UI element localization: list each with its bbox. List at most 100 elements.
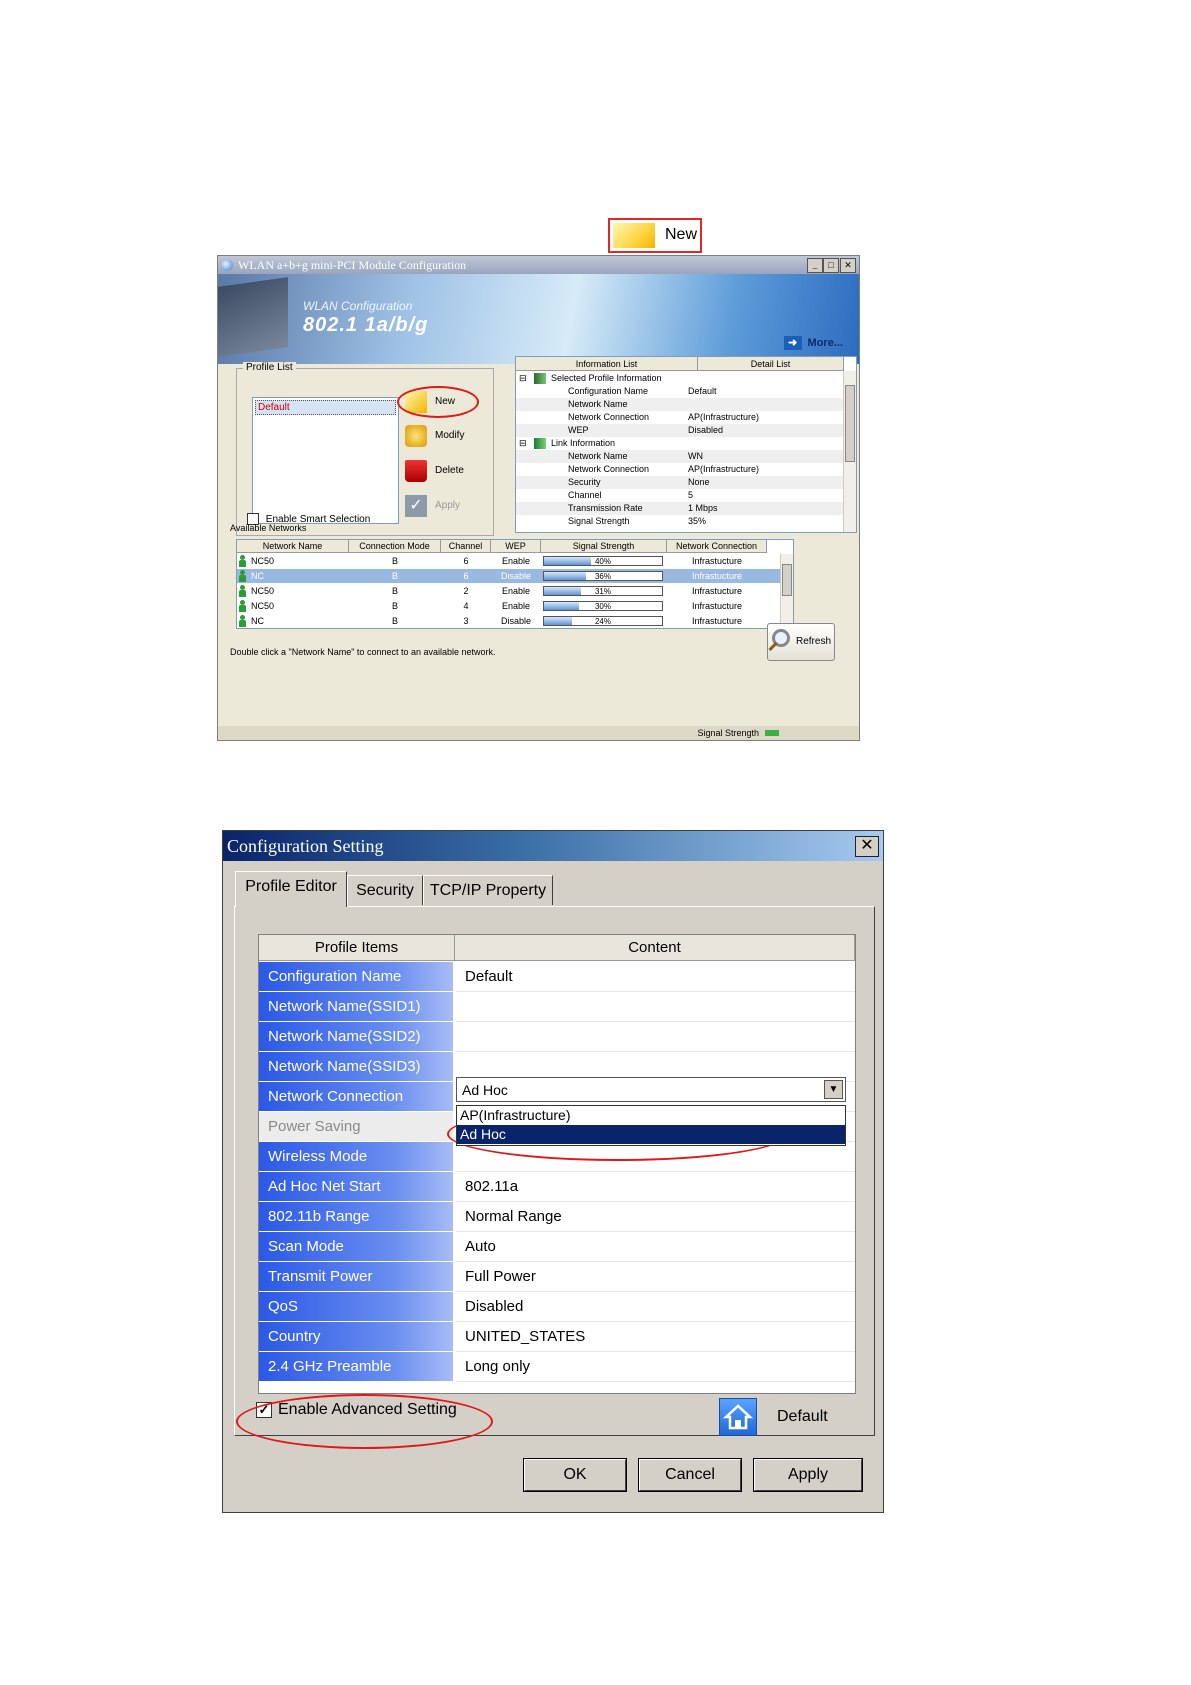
option-ap-infrastructure[interactable]: AP(Infrastructure): [457, 1106, 845, 1125]
profile-item-value[interactable]: 802.11a: [456, 1172, 855, 1202]
network-name[interactable]: NC: [251, 614, 264, 628]
profile-item-row[interactable]: Network Name(SSID1): [259, 992, 855, 1022]
tab-tcpip-property[interactable]: TCP/IP Property: [423, 875, 553, 905]
info-value: 5: [688, 490, 694, 500]
detail-list-header[interactable]: Detail List: [698, 357, 844, 371]
ok-button[interactable]: OK: [523, 1458, 627, 1492]
info-value: 1 Mbps: [688, 503, 718, 513]
collapse-icon[interactable]: ⊟: [519, 437, 527, 450]
apply-button[interactable]: Apply: [753, 1458, 863, 1492]
more-button[interactable]: ➜ More...: [783, 336, 843, 350]
checkmark-icon: ✓: [405, 495, 427, 517]
table-row[interactable]: NC B 3 Disable 24% Infrastucture: [237, 614, 780, 628]
profile-item-row[interactable]: Ad Hoc Net Start 802.11a: [259, 1172, 855, 1202]
info-scrollbar[interactable]: [843, 371, 856, 532]
config-window-title: Configuration Setting: [227, 836, 384, 856]
profile-item-value[interactable]: [456, 1022, 855, 1052]
profile-item-row[interactable]: Transmit Power Full Power: [259, 1262, 855, 1292]
col-channel[interactable]: Channel: [441, 540, 491, 553]
profile-item-value[interactable]: Full Power: [456, 1262, 855, 1292]
wep: Disable: [500, 571, 531, 581]
network-connection-select[interactable]: Ad Hoc ▼: [456, 1077, 846, 1102]
banner-product-name: 802.1 1a/b/g: [303, 314, 429, 336]
network-name[interactable]: NC: [251, 569, 264, 583]
profile-item-row[interactable]: 802.11b Range Normal Range: [259, 1202, 855, 1232]
tab-security[interactable]: Security: [347, 875, 423, 905]
minimize-button[interactable]: _: [807, 258, 823, 273]
table-row[interactable]: NC50 B 2 Enable 31% Infrastucture: [237, 584, 780, 598]
profile-item-row[interactable]: Configuration Name Default: [259, 962, 855, 992]
signal-bar: 24%: [543, 616, 663, 626]
refresh-button[interactable]: Refresh: [767, 623, 835, 661]
more-label: More...: [807, 337, 843, 349]
close-button[interactable]: ✕: [840, 258, 856, 273]
info-row: Configuration Name Default: [516, 385, 844, 398]
tree-node-selected-profile[interactable]: ⊟ Selected Profile Information: [516, 372, 844, 385]
delete-profile-button[interactable]: Delete: [405, 458, 475, 484]
delete-profile-label: Delete: [435, 465, 464, 476]
wlan-window-titlebar[interactable]: WLAN a+b+g mini-PCI Module Configuration…: [218, 256, 859, 274]
profile-item-value[interactable]: UNITED_STATES: [456, 1322, 855, 1352]
network-user-icon: [239, 570, 246, 582]
home-icon[interactable]: [719, 1398, 757, 1436]
profile-item-row[interactable]: Country UNITED_STATES: [259, 1322, 855, 1352]
profile-item-value[interactable]: Default: [456, 962, 855, 992]
collapse-icon[interactable]: ⊟: [519, 372, 527, 385]
profile-item-value[interactable]: Normal Range: [456, 1202, 855, 1232]
config-window-titlebar[interactable]: Configuration Setting ✕: [223, 831, 883, 861]
info-row: WEP Disabled: [516, 424, 844, 437]
network-name[interactable]: NC50: [251, 554, 274, 568]
book-icon: [534, 373, 546, 384]
close-button[interactable]: ✕: [855, 836, 879, 857]
cancel-button[interactable]: Cancel: [638, 1458, 742, 1492]
arrow-right-icon: ➜: [783, 336, 802, 350]
wep: Disable: [500, 616, 531, 626]
col-wep[interactable]: WEP: [491, 540, 541, 553]
connection-mode: B: [391, 601, 398, 611]
channel: 6: [463, 571, 469, 581]
channel: 4: [463, 601, 469, 611]
profile-items-grid: Profile Items Content Configuration Name…: [258, 934, 856, 1394]
profile-item-default[interactable]: Default: [255, 400, 396, 415]
profile-item-row[interactable]: QoS Disabled: [259, 1292, 855, 1322]
tree-node-link-info[interactable]: ⊟ Link Information: [516, 437, 844, 450]
network-name[interactable]: NC50: [251, 584, 274, 598]
maximize-button[interactable]: □: [823, 258, 839, 273]
profile-item-row[interactable]: 2.4 GHz Preamble Long only: [259, 1352, 855, 1382]
scrollbar-thumb[interactable]: [782, 564, 792, 596]
profile-item-value[interactable]: [456, 992, 855, 1022]
network-user-icon: [239, 615, 246, 627]
apply-profile-button[interactable]: ✓ Apply: [405, 493, 475, 519]
col-content: Content: [455, 935, 855, 961]
network-user-icon: [239, 555, 246, 567]
profile-item-row[interactable]: Network Name(SSID2): [259, 1022, 855, 1052]
networks-scrollbar[interactable]: [780, 554, 793, 628]
tab-profile-editor[interactable]: Profile Editor: [235, 871, 347, 907]
profile-item-value[interactable]: Auto: [456, 1232, 855, 1262]
modify-profile-button[interactable]: Modify: [405, 423, 475, 449]
table-row[interactable]: NC B 6 Disable 36% Infrastucture: [237, 569, 780, 583]
table-row[interactable]: NC50 B 6 Enable 40% Infrastucture: [237, 554, 780, 568]
profile-item-row[interactable]: Scan Mode Auto: [259, 1232, 855, 1262]
table-row[interactable]: NC50 B 4 Enable 30% Infrastucture: [237, 599, 780, 613]
col-connection-mode[interactable]: Connection Mode: [349, 540, 441, 553]
network-name[interactable]: NC50: [251, 599, 274, 613]
new-icon: [613, 223, 655, 248]
option-ad-hoc[interactable]: Ad Hoc: [457, 1125, 845, 1144]
info-list-header[interactable]: Information List: [516, 357, 698, 371]
wep: Enable: [501, 601, 531, 611]
col-network-connection[interactable]: Network Connection: [667, 540, 767, 553]
signal-bar: 30%: [543, 601, 663, 611]
chevron-down-icon[interactable]: ▼: [824, 1080, 843, 1099]
profile-item-label: 802.11b Range: [259, 1202, 453, 1231]
info-key: Network Name: [568, 451, 628, 461]
network-connection-options[interactable]: AP(Infrastructure) Ad Hoc: [456, 1105, 846, 1146]
scrollbar-thumb[interactable]: [845, 385, 855, 462]
profile-listbox[interactable]: Default: [252, 397, 399, 524]
col-signal-strength[interactable]: Signal Strength: [541, 540, 667, 553]
info-key: Security: [568, 477, 601, 487]
col-network-name[interactable]: Network Name: [237, 540, 349, 553]
info-key: Network Connection: [568, 412, 650, 422]
profile-item-value[interactable]: Long only: [456, 1352, 855, 1382]
profile-item-value[interactable]: Disabled: [456, 1292, 855, 1322]
